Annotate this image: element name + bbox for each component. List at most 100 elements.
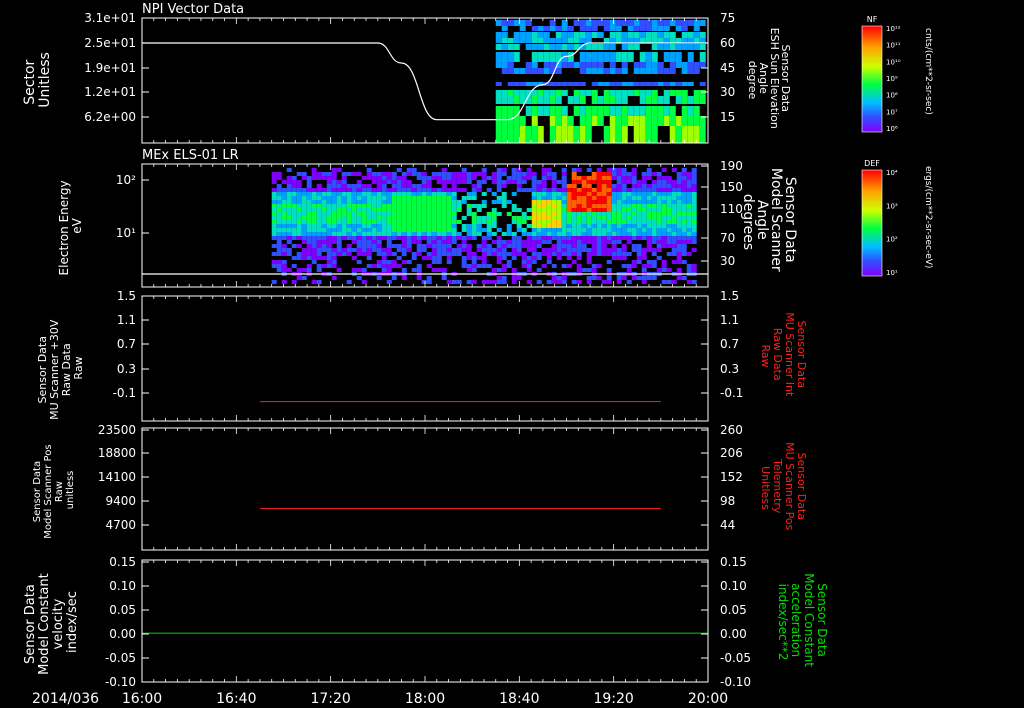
panel2-heatmap-cell [381,200,387,204]
panel2-heatmap-cell [531,220,537,224]
panel2-heatmap-cell [521,264,527,268]
panel1-heatmap-cell [645,116,652,126]
panel2-heatmap-cell [326,248,332,252]
panel2-heatmap-cell [331,184,337,188]
panel2-heatmap-cell [306,204,312,208]
panel2-heatmap-cell [386,172,392,176]
panel2-heatmap-cell [311,280,317,284]
panel2-heatmap-cell [271,232,277,236]
panel2-heatmap-cell [356,188,362,192]
panel1-heatmap-cell [555,90,562,96]
panel2-heatmap-cell [456,236,462,240]
panel1-heatmap-cell [513,106,520,116]
panel2-heatmap-cell [641,180,647,184]
panel2-heatmap-cell [686,220,692,224]
panel2-heatmap-cell [406,172,412,176]
panel2-heatmap-cell [521,180,527,184]
panel2-heatmap-cell [336,248,342,252]
panel2-heatmap-cell [636,276,642,280]
panel2-heatmap-cell [391,260,397,264]
panel5-right-label-line2: Model Constant [802,573,816,667]
panel2-heatmap-cell [316,248,322,252]
panel1-heatmap-cell [615,106,622,116]
panel2-heatmap-cell [631,228,637,232]
panel1-heatmap-cell [627,38,634,43]
panel1-heatmap-cell [633,38,640,43]
plot-canvas: NPI Vector Data 3.1e+012.5e+011.9e+011.2… [22,2,933,707]
panel2-heatmap-cell [496,236,502,240]
panel1-heatmap-cell [615,90,622,96]
panel2-heatmap-cell [326,228,332,232]
panel2-heatmap-cell [411,196,417,200]
panel2-heatmap-cell [416,264,422,268]
panel2-heatmap-cell [356,204,362,208]
panel2-heatmap-cell [541,204,547,208]
panel4-right-ticks: 2602061529844 [701,423,743,532]
panel2-heatmap-cell [621,176,627,180]
panel1-heatmap-cell [597,106,604,116]
panel1-heatmap-cell [495,20,502,26]
panel2-heatmap-cell [291,220,297,224]
panel2-heatmap-cell [661,192,667,196]
panel2-heatmap-cell [596,200,602,204]
panel1-heatmap-cell [531,38,538,43]
panel2-heatmap-cell [496,184,502,188]
panel2-heatmap-cell [606,232,612,236]
panel2-heatmap-cell [416,268,422,272]
panel2-heatmap-cell [396,204,402,208]
panel2-heatmap-cell [341,248,347,252]
panel2-heatmap-cell [436,200,442,204]
panel2-heatmap-cell [301,224,307,228]
panel2-heatmap-cell [451,252,457,256]
panel1-heatmap-cell [579,20,586,26]
panel2-heatmap-cell [391,212,397,216]
panel2-heatmap-cell [681,260,687,264]
panel2-heatmap-cell [436,196,442,200]
panel1-heatmap-cell [657,38,664,43]
panel2-heatmap-cell [651,260,657,264]
panel2-heatmap-cell [291,244,297,248]
panel2-heatmap-cell [336,216,342,220]
panel2-heatmap-cell [416,224,422,228]
panel2-heatmap-cell [566,256,572,260]
panel2-heatmap-cell [666,184,672,188]
panel2-heatmap-cell [311,172,317,176]
panel2-heatmap-cell [416,220,422,224]
panel2-heatmap-cell [661,176,667,180]
panel2-heatmap-cell [326,252,332,256]
panel2-heatmap-cell [486,188,492,192]
panel2-heatmap-cell [336,184,342,188]
panel2-heatmap-cell [531,212,537,216]
panel4-right-label: Sensor Data MU Scanner Pos Telemetry Uni… [759,442,808,534]
panel2-heatmap-cell [496,244,502,248]
panel1-heatmap-cell [663,26,670,31]
panel2-heatmap-cell [301,204,307,208]
panel2-heatmap-cell [416,276,422,280]
panel2-heatmap-cell [371,236,377,240]
panel2-heatmap-cell [566,204,572,208]
panel1-heatmap-cell [693,68,700,74]
panel2-heatmap-cell [466,268,472,272]
panel1-left-label: Sector Unitless [22,52,53,108]
panel2-heatmap-cell [671,248,677,252]
panel1-heatmap-cell [621,44,628,50]
panel2-heatmap-cell [476,204,482,208]
panel2-heatmap-cell [681,276,687,280]
panel2-heatmap-cell [661,212,667,216]
panel2-heatmap-cell [641,264,647,268]
panel2-heatmap-cell [581,248,587,252]
panel2-title: MEx ELS-01 LR [142,148,239,163]
panel2-heatmap-cell [406,248,412,252]
panel2-heatmap-cell [496,276,502,280]
panel2-heatmap-cell [361,268,367,272]
panel2-heatmap-cell [381,248,387,252]
panel2-heatmap-cell [501,280,507,284]
panel1-heatmap-cell [669,116,676,126]
panel2-heatmap-cell [441,228,447,232]
panel2-heatmap-cell [626,196,632,200]
panel2-heatmap-cell [501,172,507,176]
panel2-heatmap-cell [511,216,517,220]
panel2-heatmap-cell [431,220,437,224]
panel1-heatmap-cell [501,96,508,104]
panel2-heatmap-cell [421,208,427,212]
